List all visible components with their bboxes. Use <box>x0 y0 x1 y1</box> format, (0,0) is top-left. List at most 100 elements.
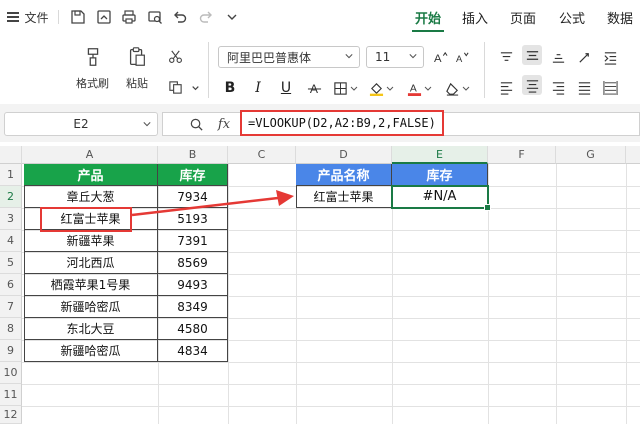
increase-font-icon[interactable]: A <box>430 47 450 67</box>
table-cell-product[interactable]: 新疆苹果 <box>24 230 158 252</box>
paste-button[interactable]: 粘贴 <box>124 44 150 91</box>
row-header-4[interactable]: 4 <box>0 230 22 252</box>
row-header-6[interactable]: 6 <box>0 274 22 296</box>
save-icon[interactable] <box>68 7 88 27</box>
row-header-2[interactable]: 2 <box>0 186 22 208</box>
lookup-header-stock[interactable]: 库存 <box>392 164 488 186</box>
border-icon[interactable] <box>330 78 350 98</box>
indent-icon[interactable] <box>600 47 620 67</box>
table-cell-stock[interactable]: 5193 <box>158 208 228 230</box>
orientation-icon[interactable] <box>574 47 594 67</box>
svg-text:A: A <box>455 54 462 64</box>
divider <box>208 42 209 98</box>
row-header-8[interactable]: 8 <box>0 318 22 340</box>
tab-insert[interactable]: 插入 <box>455 0 495 34</box>
print-preview-icon[interactable] <box>145 7 165 27</box>
strikethrough-icon[interactable]: A <box>304 78 324 98</box>
tab-page[interactable]: 页面 <box>503 0 543 34</box>
row-header-10[interactable]: 10 <box>0 362 22 384</box>
table-cell-stock[interactable]: 8349 <box>158 296 228 318</box>
column-header-c[interactable]: C <box>228 146 296 164</box>
table-cell-stock[interactable]: 7934 <box>158 186 228 208</box>
tab-home[interactable]: 开始 <box>408 0 448 34</box>
column-header-d[interactable]: D <box>296 146 392 164</box>
column-header-e[interactable]: E <box>392 146 488 164</box>
justify-icon[interactable] <box>574 77 594 97</box>
tab-data[interactable]: 数据 <box>600 0 640 34</box>
table-header-stock[interactable]: 库存 <box>158 164 228 186</box>
row-header-11[interactable]: 11 <box>0 384 22 406</box>
export-icon[interactable] <box>94 7 114 27</box>
column-header-more[interactable] <box>626 146 640 164</box>
column-header-g[interactable]: G <box>556 146 626 164</box>
select-all-corner[interactable] <box>0 146 22 164</box>
column-header-b[interactable]: B <box>158 146 228 164</box>
fill-color-icon[interactable] <box>366 78 386 98</box>
table-cell-product[interactable]: 新疆哈密瓜 <box>24 340 158 362</box>
font-name-select[interactable]: 阿里巴巴普惠体 <box>218 46 360 68</box>
zoom-icon[interactable] <box>186 114 206 134</box>
print-icon[interactable] <box>119 7 139 27</box>
row-header-3[interactable]: 3 <box>0 208 22 230</box>
table-cell-product[interactable]: 栖霞苹果1号果 <box>24 274 158 296</box>
file-menu-label: 文件 <box>24 10 49 25</box>
fx-icon[interactable]: fx <box>214 114 234 134</box>
align-left-icon[interactable] <box>496 77 516 97</box>
row-header-5[interactable]: 5 <box>0 252 22 274</box>
row-header-9[interactable]: 9 <box>0 340 22 362</box>
italic-button[interactable]: I <box>248 78 268 98</box>
name-box[interactable]: E2 <box>4 112 158 136</box>
column-header-f[interactable]: F <box>488 146 556 164</box>
table-cell-stock[interactable]: 7391 <box>158 230 228 252</box>
font-color-dropdown-icon[interactable] <box>422 78 434 98</box>
copy-dropdown-icon[interactable] <box>185 77 205 97</box>
tab-formula[interactable]: 公式 <box>552 0 592 34</box>
format-painter-button[interactable]: 格式刷 <box>76 44 109 91</box>
border-dropdown-icon[interactable] <box>348 78 360 98</box>
align-right-icon[interactable] <box>548 77 568 97</box>
chevron-down-icon <box>345 54 353 59</box>
gridline <box>22 406 640 407</box>
row-header-7[interactable]: 7 <box>0 296 22 318</box>
svg-text:A: A <box>433 53 441 65</box>
cut-icon[interactable] <box>165 46 185 66</box>
clear-format-icon[interactable] <box>442 78 462 98</box>
align-center-icon[interactable] <box>522 75 542 95</box>
lookup-name-cell[interactable]: 红富士苹果 <box>296 186 392 208</box>
align-middle-icon[interactable] <box>522 45 542 65</box>
formula-text[interactable]: =VLOOKUP(D2,A2:B9,2,FALSE) <box>240 110 444 136</box>
more-chevron-icon[interactable] <box>222 7 242 27</box>
font-color-icon[interactable]: A <box>404 78 424 98</box>
table-header-product[interactable]: 产品 <box>24 164 158 186</box>
redo-icon[interactable] <box>196 7 216 27</box>
fill-color-dropdown-icon[interactable] <box>384 78 396 98</box>
decrease-font-icon[interactable]: A <box>452 47 472 67</box>
undo-icon[interactable] <box>170 7 190 27</box>
copy-icon[interactable] <box>165 77 185 97</box>
table-cell-stock[interactable]: 8569 <box>158 252 228 274</box>
row-header-1[interactable]: 1 <box>0 164 22 186</box>
bold-button[interactable]: B <box>220 78 240 98</box>
column-header-a[interactable]: A <box>22 146 158 164</box>
table-cell-product[interactable]: 东北大豆 <box>24 318 158 340</box>
clear-format-dropdown-icon[interactable] <box>460 78 472 98</box>
table-cell-product[interactable]: 河北西瓜 <box>24 252 158 274</box>
gridline <box>626 164 627 424</box>
gridline <box>22 384 640 385</box>
divider <box>58 10 59 24</box>
table-cell-stock[interactable]: 9493 <box>158 274 228 296</box>
distribute-icon[interactable] <box>600 77 620 97</box>
table-cell-product[interactable]: 新疆哈密瓜 <box>24 296 158 318</box>
row-header-12[interactable]: 12 <box>0 406 22 424</box>
table-cell-stock[interactable]: 4580 <box>158 318 228 340</box>
font-size-select[interactable]: 11 <box>366 46 424 68</box>
table-cell-product[interactable]: 章丘大葱 <box>24 186 158 208</box>
table-cell-stock[interactable]: 4834 <box>158 340 228 362</box>
align-bottom-icon[interactable] <box>548 47 568 67</box>
lookup-header-name[interactable]: 产品名称 <box>296 164 392 186</box>
fill-handle[interactable] <box>484 204 491 211</box>
align-top-icon[interactable] <box>496 47 516 67</box>
underline-button[interactable]: U <box>276 78 296 98</box>
file-menu[interactable]: 文件 <box>4 0 52 34</box>
table-cell-product[interactable]: 红富士苹果 <box>24 208 158 230</box>
